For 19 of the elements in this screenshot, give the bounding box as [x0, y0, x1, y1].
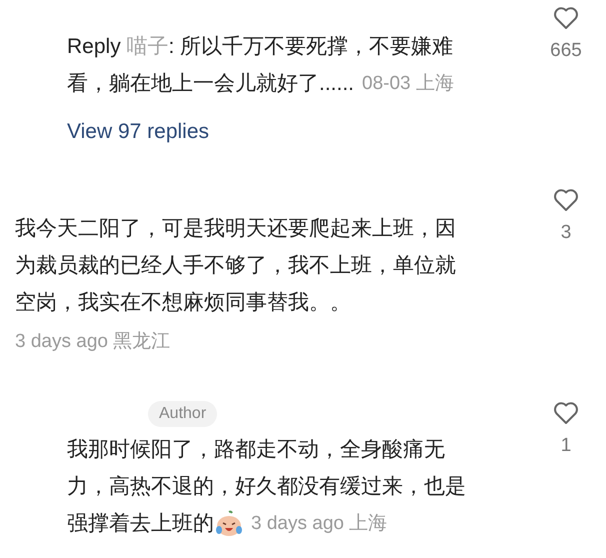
reply-text: 我那时候阳了，路都走不动，全身酸痛无	[67, 437, 445, 463]
view-replies-link[interactable]: View 97 replies	[67, 120, 210, 144]
heart-icon[interactable]	[553, 188, 579, 212]
reply-text: 强撑着去上班的	[67, 511, 214, 537]
heart-icon[interactable]	[553, 6, 579, 30]
comment-text: 空岗，我实在不想麻烦同事替我。。	[15, 290, 351, 316]
heart-icon[interactable]	[553, 401, 579, 425]
comment-text: 为裁员裁的已经人手不够了，我不上班，单位就	[15, 253, 456, 279]
like-count: 3	[560, 222, 572, 244]
author-badge: Author	[148, 401, 218, 427]
comment-text: 我今天二阳了，可是我明天还要爬起来上班，因	[15, 216, 456, 242]
like-count: 665	[550, 40, 582, 62]
like-count: 1	[560, 435, 572, 457]
reply-text: Reply 喵子: 所以千万不要死撑，不要嫌难	[67, 34, 454, 60]
comment-meta: 3 days ago 黑龙江	[15, 330, 172, 354]
comment-meta: 3 days ago 上海	[251, 512, 388, 536]
reply-text: 看，躺在地上一会儿就好了......	[67, 71, 354, 97]
reply-text: 力，高热不退的，好久都没有缓过来，也是	[67, 474, 466, 500]
comment-meta: 08-03 上海	[362, 72, 454, 96]
